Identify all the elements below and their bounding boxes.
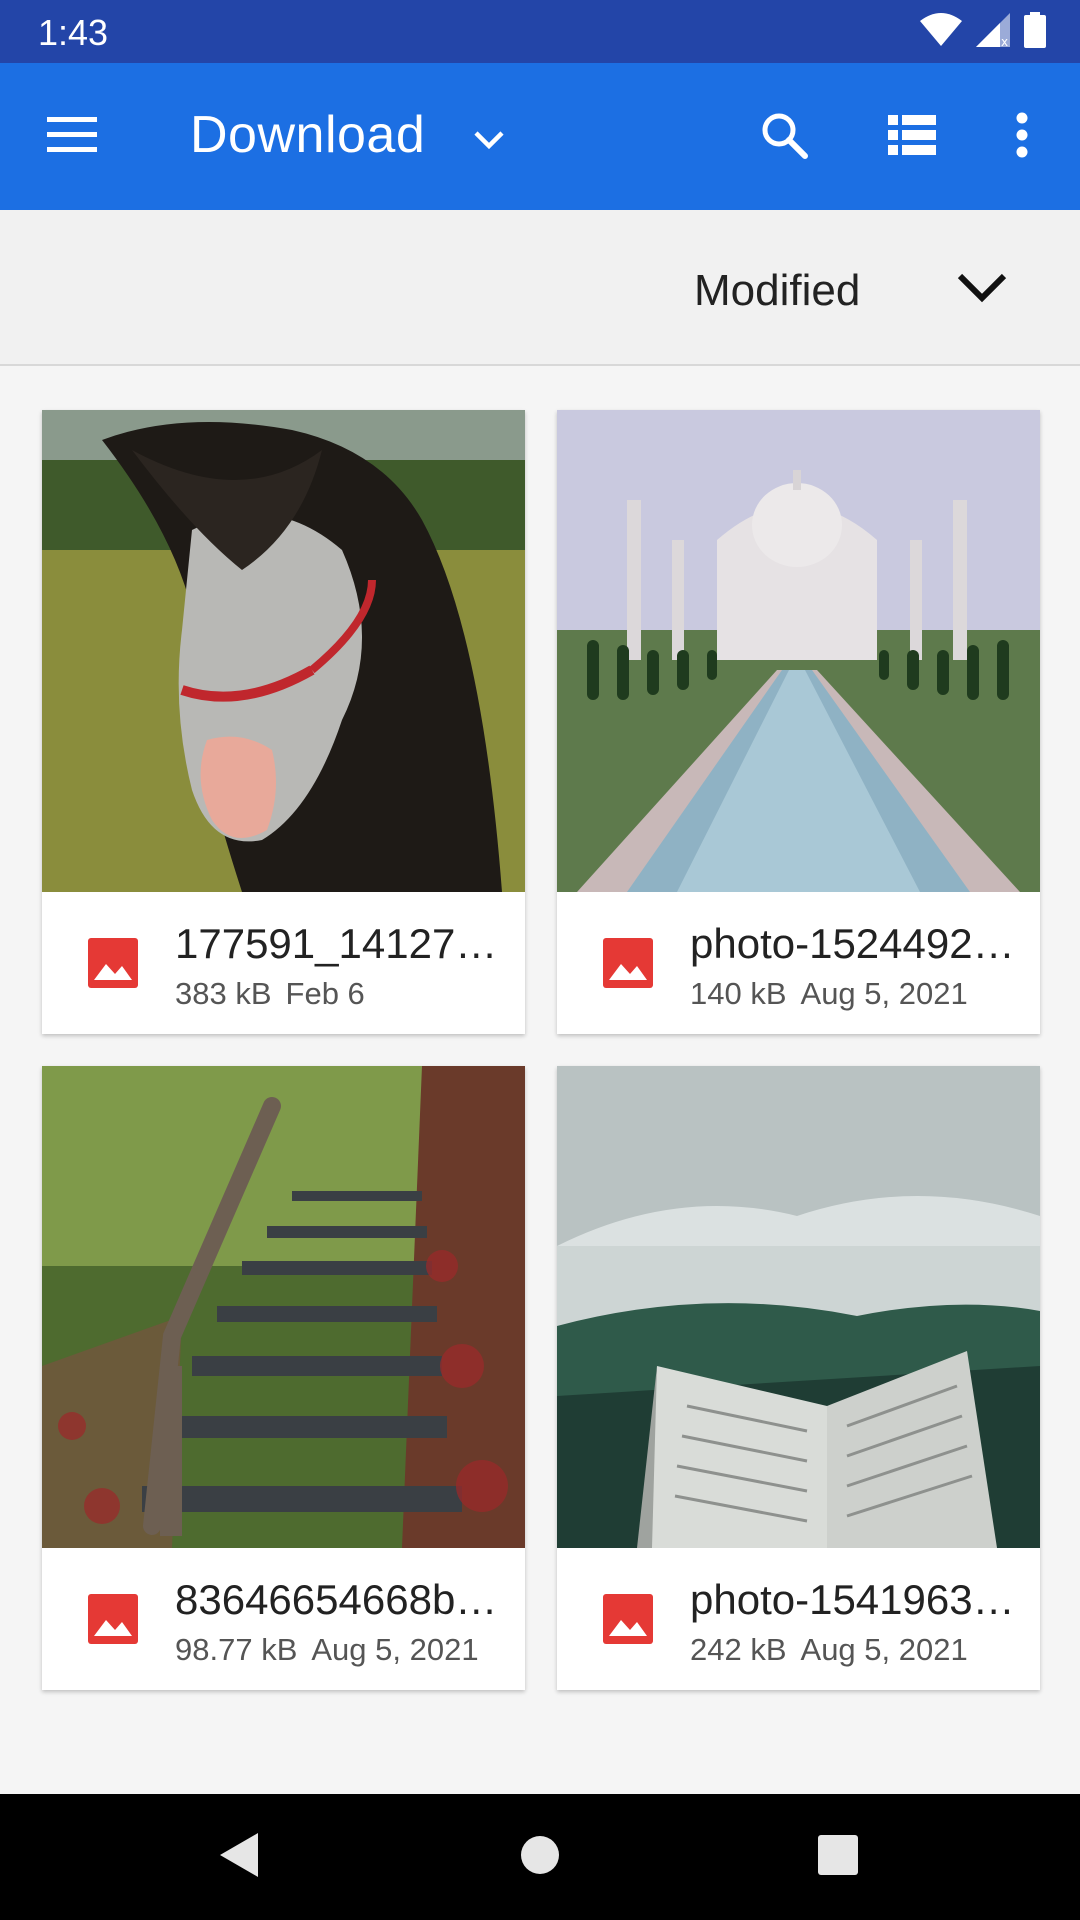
back-icon xyxy=(216,1831,260,1884)
image-file-icon xyxy=(88,938,138,988)
list-view-button[interactable] xyxy=(880,105,944,169)
file-thumbnail-book-mountains xyxy=(557,1066,1040,1548)
file-card[interactable]: 83646654668b… 98.77 kB Aug 5, 2021 xyxy=(42,1066,525,1690)
menu-button[interactable] xyxy=(40,111,104,163)
app-bar: Download xyxy=(0,63,1080,210)
file-info: photo-1541963… 242 kB Aug 5, 2021 xyxy=(557,1548,1040,1690)
chevron-down-icon xyxy=(473,130,505,155)
chevron-down-icon xyxy=(956,272,1008,309)
svg-text:x: x xyxy=(1001,35,1008,47)
file-meta: 140 kB Aug 5, 2021 xyxy=(690,976,968,1012)
sort-label[interactable]: Modified xyxy=(694,266,860,316)
file-size: 383 kB xyxy=(175,976,272,1011)
folder-dropdown-button[interactable] xyxy=(466,119,512,165)
file-card[interactable]: 177591_14127… 383 kB Feb 6 xyxy=(42,410,525,1034)
file-date: Feb 6 xyxy=(285,976,365,1011)
file-meta: 98.77 kB Aug 5, 2021 xyxy=(175,1632,479,1668)
file-name: 83646654668b… xyxy=(175,1576,498,1623)
home-button[interactable] xyxy=(510,1827,570,1887)
file-info: 83646654668b… 98.77 kB Aug 5, 2021 xyxy=(42,1548,525,1690)
file-date: Aug 5, 2021 xyxy=(311,1632,479,1667)
file-name: 177591_14127… xyxy=(175,920,498,967)
cellular-icon: x xyxy=(976,13,1010,52)
battery-icon xyxy=(1024,12,1046,53)
file-card[interactable]: photo-1524492… 140 kB Aug 5, 2021 xyxy=(557,410,1040,1034)
more-options-button[interactable] xyxy=(990,105,1054,169)
file-info: photo-1524492… 140 kB Aug 5, 2021 xyxy=(557,892,1040,1034)
file-size: 140 kB xyxy=(690,976,787,1011)
more-vert-icon xyxy=(1015,112,1029,163)
file-thumbnail-taj-mahal xyxy=(557,410,1040,892)
file-size: 242 kB xyxy=(690,1632,787,1667)
image-file-icon xyxy=(603,1594,653,1644)
search-icon xyxy=(759,110,809,165)
wifi-icon xyxy=(920,13,962,52)
file-card[interactable]: photo-1541963… 242 kB Aug 5, 2021 xyxy=(557,1066,1040,1690)
file-date: Aug 5, 2021 xyxy=(800,1632,968,1667)
file-info: 177591_14127… 383 kB Feb 6 xyxy=(42,892,525,1034)
home-icon xyxy=(520,1835,560,1880)
file-name: photo-1541963… xyxy=(690,1576,1015,1623)
recents-icon xyxy=(818,1834,858,1880)
file-size: 98.77 kB xyxy=(175,1632,298,1667)
file-date: Aug 5, 2021 xyxy=(800,976,968,1011)
file-name: photo-1524492… xyxy=(690,920,1015,967)
file-thumbnail-forest-stairs xyxy=(42,1066,525,1548)
status-bar: 1:43 x xyxy=(0,0,1080,63)
status-time: 1:43 xyxy=(38,12,109,53)
file-grid: 177591_14127… 383 kB Feb 6 photo-1524492… xyxy=(42,410,1040,1690)
image-file-icon xyxy=(88,1594,138,1644)
file-meta: 383 kB Feb 6 xyxy=(175,976,365,1012)
recents-button[interactable] xyxy=(808,1827,868,1887)
back-button[interactable] xyxy=(208,1827,268,1887)
folder-title[interactable]: Download xyxy=(190,105,425,165)
file-meta: 242 kB Aug 5, 2021 xyxy=(690,1632,968,1668)
menu-icon xyxy=(47,116,97,158)
status-icons: x xyxy=(920,12,1046,53)
system-nav-bar xyxy=(0,1794,1080,1920)
image-file-icon xyxy=(603,938,653,988)
sort-bar: Modified xyxy=(0,210,1080,366)
file-thumbnail-horse xyxy=(42,410,525,892)
search-button[interactable] xyxy=(752,105,816,169)
sort-order-button[interactable] xyxy=(952,266,1012,314)
list-view-icon xyxy=(888,114,936,160)
